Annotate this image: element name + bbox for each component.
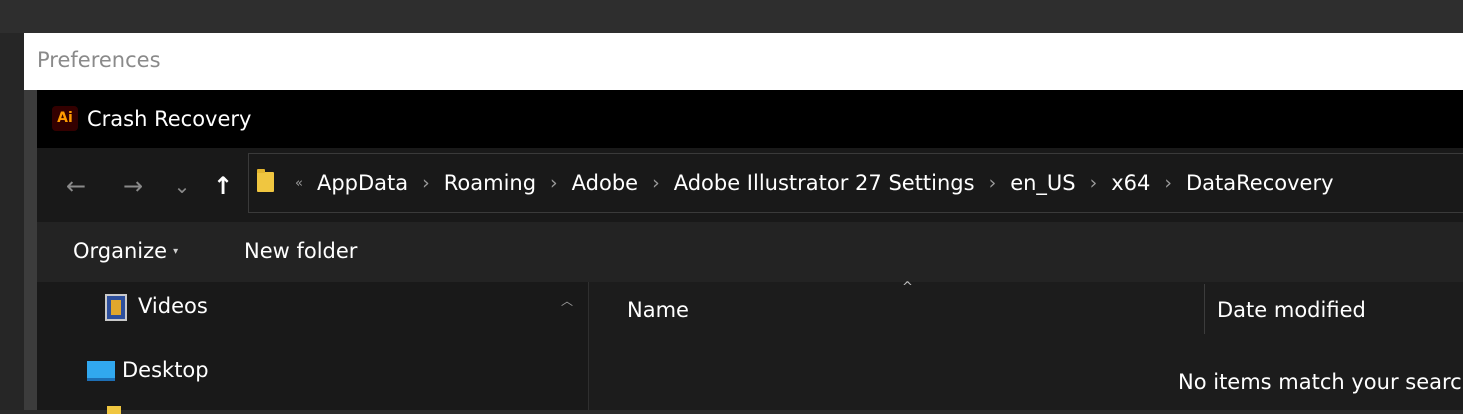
desktop-icon <box>87 361 115 381</box>
command-bar: Organize ▾ New folder <box>37 222 1463 282</box>
breadcrumb-separator-icon[interactable]: › <box>652 172 660 194</box>
breadcrumb-separator-icon[interactable]: › <box>989 172 997 194</box>
breadcrumb-adobe[interactable]: Adobe <box>572 171 638 195</box>
new-folder-button[interactable]: New folder <box>244 239 357 263</box>
breadcrumb-en-us[interactable]: en_US <box>1010 171 1075 195</box>
organize-label: Organize <box>73 239 168 263</box>
column-header-name[interactable]: Name <box>627 298 689 322</box>
preferences-window-titlebar: Preferences <box>24 33 1463 91</box>
back-arrow-icon[interactable]: ← <box>59 169 93 203</box>
breadcrumb-separator-icon[interactable]: › <box>1164 172 1172 194</box>
empty-state-message: No items match your search. <box>1178 370 1463 394</box>
preferences-title: Preferences <box>37 48 161 72</box>
breadcrumb-separator-icon[interactable]: › <box>422 172 430 194</box>
sort-ascending-icon: ^ <box>902 280 913 295</box>
organize-dropdown-icon: ▾ <box>173 246 179 257</box>
organize-button[interactable]: Organize ▾ <box>73 239 178 263</box>
address-bar[interactable]: « AppData › Roaming › Adobe › Adobe Illu… <box>248 153 1463 213</box>
navigation-pane: ︿ Videos Desktop <box>37 282 588 414</box>
dialog-title: Crash Recovery <box>87 107 252 131</box>
breadcrumb-x64[interactable]: x64 <box>1111 171 1150 195</box>
recent-locations-chevron-icon[interactable]: ⌄ <box>165 169 199 203</box>
breadcrumb-overflow-icon[interactable]: « <box>295 176 303 191</box>
nav-item-desktop[interactable]: Desktop <box>122 358 209 382</box>
forward-arrow-icon[interactable]: → <box>116 169 150 203</box>
breadcrumb-separator-icon[interactable]: › <box>1090 172 1098 194</box>
column-header-date-modified[interactable]: Date modified <box>1217 298 1366 322</box>
breadcrumb-illustrator-settings[interactable]: Adobe Illustrator 27 Settings <box>674 171 975 195</box>
file-list: ^ Name Date modified No items match your… <box>589 280 1463 410</box>
column-divider[interactable] <box>1204 284 1205 334</box>
scroll-up-icon[interactable]: ︿ <box>561 292 573 309</box>
breadcrumb-appdata[interactable]: AppData <box>317 171 408 195</box>
navigation-bar: ← → ⌄ ↑ « AppData › Roaming › Adobe › Ad… <box>37 148 1463 222</box>
breadcrumb-separator-icon[interactable]: › <box>550 172 558 194</box>
preferences-window-edge <box>24 90 37 410</box>
background-left <box>0 33 24 410</box>
dialog-titlebar[interactable]: Ai Crash Recovery <box>37 90 1463 148</box>
folder-icon <box>257 169 274 192</box>
background-top <box>0 0 1463 33</box>
folder-icon <box>107 406 121 414</box>
up-arrow-icon[interactable]: ↑ <box>206 169 240 203</box>
breadcrumb: « AppData › Roaming › Adobe › Adobe Illu… <box>295 154 1334 212</box>
breadcrumb-datarecovery[interactable]: DataRecovery <box>1186 171 1334 195</box>
breadcrumb-roaming[interactable]: Roaming <box>444 171 536 195</box>
illustrator-app-icon: Ai <box>52 106 78 131</box>
videos-folder-icon <box>105 294 127 321</box>
crash-recovery-dialog: Ai Crash Recovery ← → ⌄ ↑ « AppData › Ro… <box>37 90 1463 414</box>
nav-item-videos[interactable]: Videos <box>138 294 208 318</box>
